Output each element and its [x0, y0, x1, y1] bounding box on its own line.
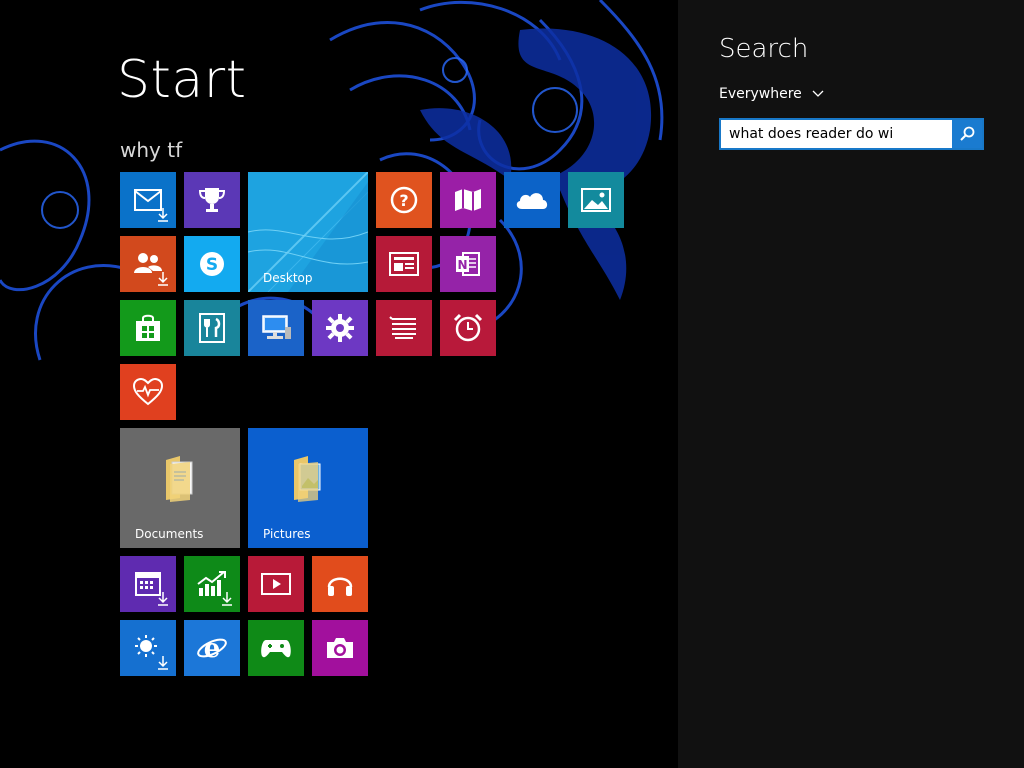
- help-tile[interactable]: ?: [376, 172, 432, 228]
- calendar-tile[interactable]: [120, 556, 176, 612]
- documents-tile[interactable]: Documents: [120, 428, 240, 548]
- health-fitness-tile[interactable]: [120, 364, 176, 420]
- trophy-icon: [198, 188, 226, 212]
- search-charm-panel: Search Everywhere: [678, 0, 1024, 768]
- fork-knife-icon: [199, 313, 225, 343]
- svg-text:S: S: [206, 255, 218, 275]
- desktop-tile[interactable]: Desktop: [248, 172, 368, 292]
- photo-icon: [581, 188, 611, 212]
- internet-explorer-tile[interactable]: e: [184, 620, 240, 676]
- pictures-tile-label: Pictures: [263, 527, 311, 541]
- search-button[interactable]: [952, 120, 982, 148]
- alarms-tile[interactable]: [440, 300, 496, 356]
- user-name[interactable]: why tf: [120, 138, 182, 162]
- people-tile[interactable]: [120, 236, 176, 292]
- pc-settings-tile[interactable]: [312, 300, 368, 356]
- documents-tile-label: Documents: [135, 527, 204, 541]
- skype-tile[interactable]: S: [184, 236, 240, 292]
- games-tile[interactable]: [184, 172, 240, 228]
- onedrive-tile[interactable]: [504, 172, 560, 228]
- search-scope-label: Everywhere: [719, 86, 802, 102]
- search-panel-title: Search: [719, 34, 809, 64]
- this-pc-tile[interactable]: [248, 300, 304, 356]
- store-icon: [136, 314, 160, 341]
- svg-text:?: ?: [399, 191, 408, 210]
- camera-icon: [327, 638, 353, 658]
- desktop-tile-label: Desktop: [263, 271, 313, 285]
- xbox-games-tile[interactable]: [248, 620, 304, 676]
- search-scope-dropdown[interactable]: Everywhere: [719, 86, 824, 102]
- skype-icon: S: [200, 252, 224, 276]
- reading-list-tile[interactable]: [376, 300, 432, 356]
- svg-text:e: e: [204, 634, 221, 663]
- alarm-clock-icon: [453, 313, 483, 342]
- music-tile[interactable]: [312, 556, 368, 612]
- internet-explorer-icon: e: [197, 634, 227, 663]
- video-tile[interactable]: [248, 556, 304, 612]
- folder-icon: [294, 456, 321, 502]
- download-icon: [150, 202, 176, 228]
- download-icon: [150, 650, 176, 676]
- onenote-tile[interactable]: N: [440, 236, 496, 292]
- news-icon: [389, 252, 419, 276]
- gear-icon: [326, 314, 354, 342]
- chevron-down-icon: [812, 90, 824, 97]
- download-icon: [150, 266, 176, 292]
- download-icon: [150, 586, 176, 612]
- search-input[interactable]: [721, 120, 952, 148]
- download-icon: [214, 586, 240, 612]
- photos-tile[interactable]: [568, 172, 624, 228]
- heart-icon: [133, 378, 163, 406]
- news-tile[interactable]: [376, 236, 432, 292]
- game-controller-icon: [261, 640, 291, 658]
- pictures-tile[interactable]: Pictures: [248, 428, 368, 548]
- mail-tile[interactable]: [120, 172, 176, 228]
- svg-text:N: N: [457, 258, 467, 272]
- food-drink-tile[interactable]: [184, 300, 240, 356]
- weather-tile[interactable]: [120, 620, 176, 676]
- maps-tile[interactable]: [440, 172, 496, 228]
- video-play-icon: [261, 573, 291, 595]
- start-title: Start: [117, 50, 247, 110]
- reading-list-icon: [389, 316, 416, 339]
- computer-icon: [262, 315, 291, 339]
- cloud-icon: [516, 193, 548, 209]
- camera-tile[interactable]: [312, 620, 368, 676]
- search-box: [719, 118, 984, 150]
- search-icon: [960, 126, 975, 141]
- store-tile[interactable]: [120, 300, 176, 356]
- onenote-icon: N: [456, 252, 480, 276]
- folder-icon: [166, 456, 193, 502]
- headphones-icon: [327, 577, 353, 596]
- finance-tile[interactable]: [184, 556, 240, 612]
- map-icon: [455, 189, 481, 211]
- help-icon: ?: [390, 186, 418, 214]
